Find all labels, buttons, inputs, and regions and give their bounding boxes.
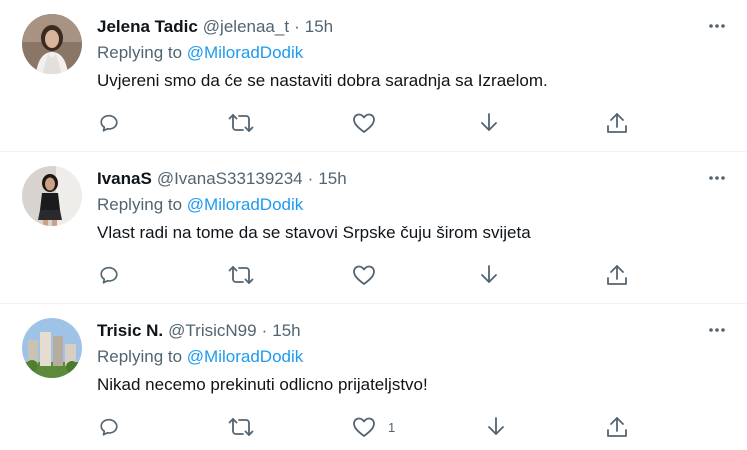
heart-icon: [353, 265, 375, 285]
display-name[interactable]: IvanaS: [97, 169, 152, 189]
mention-link[interactable]: @MiloradDodik: [187, 195, 303, 214]
retweet-button[interactable]: [228, 412, 254, 442]
reply-button[interactable]: [98, 412, 120, 442]
reply-bubble-icon: [100, 266, 118, 284]
reply-bubble-icon: [100, 418, 118, 436]
like-count: 1: [388, 419, 396, 435]
download-arrow-icon: [481, 265, 497, 283]
user-handle[interactable]: @jelenaa_t: [203, 17, 289, 37]
share-upload-icon: [607, 113, 627, 133]
replying-to-label: Replying to: [97, 43, 183, 62]
download-arrow-icon: [488, 417, 504, 435]
like-button[interactable]: 1: [352, 412, 395, 442]
display-name[interactable]: Jelena Tadic: [97, 17, 198, 37]
tweet-text: Vlast radi na tome da se stavovi Srpske …: [97, 223, 531, 242]
replying-to-line: Replying to @MiloradDodik: [97, 347, 303, 367]
download-arrow-icon: [481, 113, 497, 131]
download-button[interactable]: [486, 412, 506, 442]
replying-to-label: Replying to: [97, 195, 183, 214]
tweet[interactable]: Jelena Tadic @jelenaa_t · 15h Replying t…: [0, 0, 747, 152]
tweet-text: Nikad necemo prekinuti odlicno prijatelj…: [97, 375, 428, 394]
like-button[interactable]: [352, 108, 376, 138]
download-button[interactable]: [479, 108, 499, 138]
retweet-button[interactable]: [228, 260, 254, 290]
heart-icon: [353, 417, 375, 437]
retweet-icon: [228, 418, 254, 436]
share-button[interactable]: [606, 260, 628, 290]
avatar[interactable]: [22, 14, 82, 74]
reply-button[interactable]: [98, 108, 120, 138]
share-button[interactable]: [606, 412, 628, 442]
avatar[interactable]: [22, 166, 82, 226]
avatar[interactable]: [22, 318, 82, 378]
replying-to-line: Replying to @MiloradDodik: [97, 195, 303, 215]
separator-dot: ·: [261, 321, 268, 340]
share-button[interactable]: [606, 108, 628, 138]
action-bar: 1: [0, 412, 747, 442]
user-handle[interactable]: @IvanaS33139234: [157, 169, 303, 189]
action-bar: [0, 108, 747, 138]
more-options-button[interactable]: [705, 14, 729, 38]
more-options-button[interactable]: [705, 318, 729, 342]
user-handle[interactable]: @TrisicN99: [168, 321, 256, 341]
retweet-button[interactable]: [228, 108, 254, 138]
reply-bubble-icon: [100, 114, 118, 132]
retweet-icon: [228, 266, 254, 284]
timestamp[interactable]: 15h: [272, 321, 300, 341]
more-options-button[interactable]: [705, 166, 729, 190]
tweet-text: Uvjereni smo da će se nastaviti dobra sa…: [97, 71, 548, 90]
tweet[interactable]: IvanaS @IvanaS33139234 · 15h Replying to…: [0, 152, 747, 304]
more-horizontal-icon: [709, 24, 725, 28]
timestamp[interactable]: 15h: [318, 169, 346, 189]
separator-dot: ·: [307, 169, 314, 188]
more-horizontal-icon: [709, 176, 725, 180]
timestamp[interactable]: 15h: [305, 17, 333, 37]
like-button[interactable]: [352, 260, 376, 290]
share-upload-icon: [607, 417, 627, 437]
retweet-icon: [228, 114, 254, 132]
mention-link[interactable]: @MiloradDodik: [187, 347, 303, 366]
replying-to-label: Replying to: [97, 347, 183, 366]
mention-link[interactable]: @MiloradDodik: [187, 43, 303, 62]
replying-to-line: Replying to @MiloradDodik: [97, 43, 303, 63]
display-name[interactable]: Trisic N.: [97, 321, 163, 341]
tweet[interactable]: Trisic N. @TrisicN99 · 15h Replying to @…: [0, 304, 747, 450]
more-horizontal-icon: [709, 328, 725, 332]
reply-button[interactable]: [98, 260, 120, 290]
download-button[interactable]: [479, 260, 499, 290]
heart-icon: [353, 113, 375, 133]
separator-dot: ·: [294, 17, 300, 36]
share-upload-icon: [607, 265, 627, 285]
action-bar: [0, 260, 747, 290]
